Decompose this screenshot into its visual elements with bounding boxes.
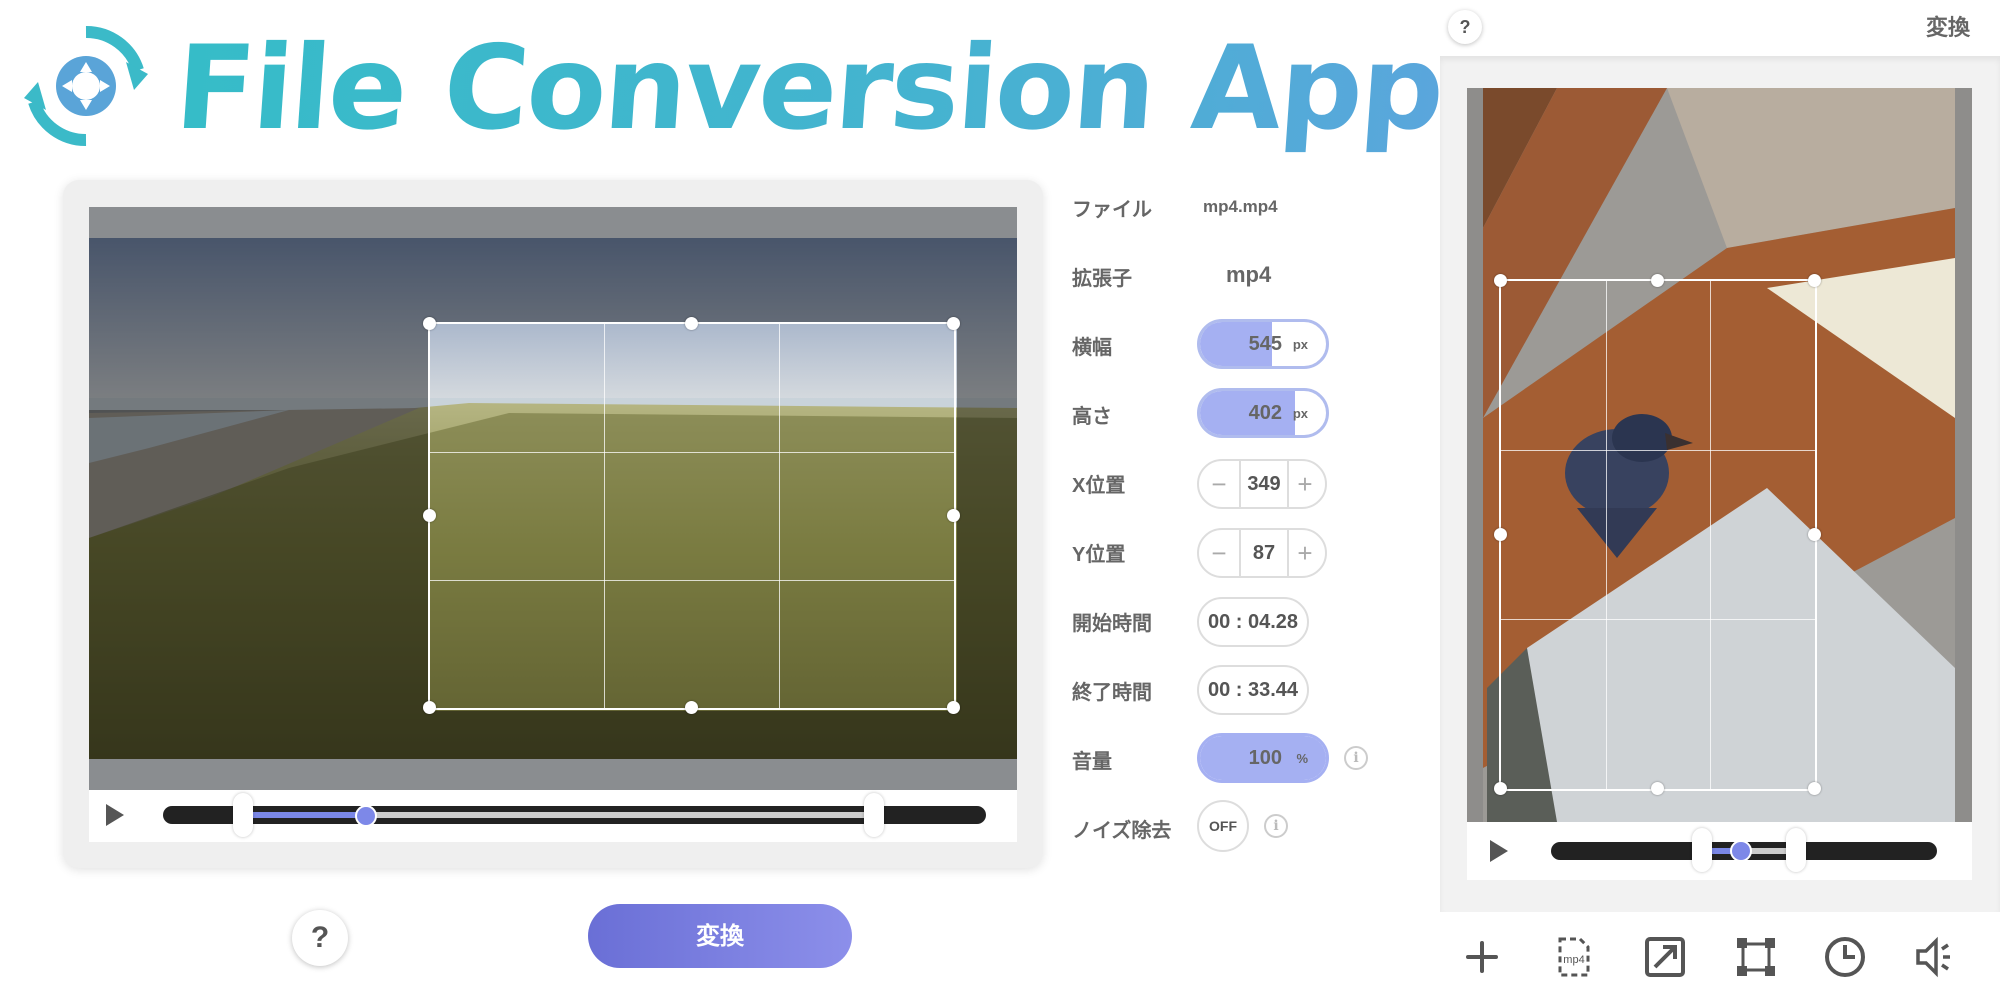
crop-grid-line <box>430 579 954 581</box>
mobile-crop-handle-top[interactable] <box>1651 274 1664 287</box>
playhead-knob[interactable] <box>355 805 377 827</box>
mobile-crop-handle-top-right[interactable] <box>1808 274 1821 287</box>
crop-handle-top[interactable] <box>685 317 698 330</box>
format-mp4-label: mp4 <box>1563 954 1584 966</box>
mobile-convert-title[interactable]: 変換 <box>1926 10 1970 42</box>
width-input[interactable]: 545 px <box>1197 319 1329 369</box>
video-preview <box>89 207 1017 790</box>
convert-button[interactable]: 変換 <box>588 904 852 968</box>
x-position-stepper: − 349 + <box>1197 459 1327 509</box>
crop-handle-bottom-right[interactable] <box>947 701 960 714</box>
add-icon[interactable] <box>1460 935 1504 979</box>
y-position-label: Y位置 <box>1072 544 1126 566</box>
file-name: mp4.mp4 <box>1203 197 1278 216</box>
app-logo-icon <box>22 22 150 150</box>
trim-end-handle[interactable] <box>864 793 884 837</box>
mobile-crop-selection[interactable] <box>1494 274 1821 795</box>
volume-value: 100 <box>1248 747 1282 769</box>
x-position-value[interactable]: 349 <box>1239 461 1289 507</box>
crop-grid-line <box>1501 450 1815 452</box>
mobile-trim-end-handle[interactable] <box>1786 828 1806 872</box>
crop-handle-left[interactable] <box>423 509 436 522</box>
clock-icon[interactable] <box>1823 935 1867 979</box>
x-increment-button[interactable]: + <box>1289 469 1321 499</box>
play-icon[interactable] <box>106 804 124 826</box>
start-time-label: 開始時間 <box>1072 613 1152 635</box>
app-title: File Conversion App <box>171 14 1448 164</box>
end-time-input[interactable]: 00 : 33.44 <box>1197 665 1309 715</box>
crop-grid-line <box>430 451 954 453</box>
width-label: 横幅 <box>1072 337 1112 359</box>
noise-reduction-info-icon[interactable]: i <box>1264 814 1288 838</box>
mobile-crop-handle-left[interactable] <box>1494 528 1507 541</box>
crop-handle-bottom[interactable] <box>685 701 698 714</box>
crop-grid-line <box>604 324 606 708</box>
crop-handle-bottom-left[interactable] <box>423 701 436 714</box>
end-time-label: 終了時間 <box>1072 682 1152 704</box>
volume-input[interactable]: 100 % <box>1197 733 1329 783</box>
y-increment-button[interactable]: + <box>1289 538 1321 568</box>
width-unit: px <box>1292 337 1308 352</box>
extension-value: mp4 <box>1226 262 1272 287</box>
crop-grid-line <box>1501 619 1815 621</box>
crop-handle-top-right[interactable] <box>947 317 960 330</box>
file-label: ファイル <box>1072 199 1152 221</box>
mobile-play-icon[interactable] <box>1490 840 1508 862</box>
resize-icon[interactable] <box>1643 935 1687 979</box>
mobile-crop-handle-right[interactable] <box>1808 528 1821 541</box>
mobile-crop-handle-top-left[interactable] <box>1494 274 1507 287</box>
mobile-video-preview <box>1467 88 1972 822</box>
height-label: 高さ <box>1072 406 1112 428</box>
mobile-help-button[interactable]: ? <box>1448 10 1482 44</box>
width-value: 545 <box>1248 333 1282 355</box>
height-input[interactable]: 402 px <box>1197 388 1329 438</box>
mobile-crop-handle-bottom-left[interactable] <box>1494 782 1507 795</box>
crop-handle-right[interactable] <box>947 509 960 522</box>
y-position-stepper: − 87 + <box>1197 528 1327 578</box>
crop-selection[interactable] <box>423 317 960 714</box>
x-decrement-button[interactable]: − <box>1203 469 1235 499</box>
volume-label: 音量 <box>1072 751 1112 773</box>
volume-icon[interactable] <box>1912 935 1956 979</box>
y-decrement-button[interactable]: − <box>1203 538 1235 568</box>
trim-start-handle[interactable] <box>233 793 253 837</box>
start-time-input[interactable]: 00 : 04.28 <box>1197 597 1309 647</box>
playback-progress <box>247 812 367 818</box>
crop-grid-line <box>1710 281 1712 789</box>
help-button[interactable]: ? <box>292 910 348 966</box>
height-unit: px <box>1292 406 1308 421</box>
mobile-trim-start-handle[interactable] <box>1692 828 1712 872</box>
crop-grid-line <box>778 324 780 708</box>
format-mp4-icon[interactable]: mp4 <box>1552 935 1596 979</box>
mobile-crop-handle-bottom[interactable] <box>1651 782 1664 795</box>
volume-unit: % <box>1296 751 1308 766</box>
crop-grid-line <box>1605 281 1607 789</box>
crop-icon[interactable] <box>1734 935 1778 979</box>
y-position-value[interactable]: 87 <box>1239 530 1289 576</box>
extension-label: 拡張子 <box>1072 268 1132 290</box>
height-value: 402 <box>1248 402 1282 424</box>
x-position-label: X位置 <box>1072 475 1126 497</box>
crop-handle-top-left[interactable] <box>423 317 436 330</box>
mobile-crop-handle-bottom-right[interactable] <box>1808 782 1821 795</box>
noise-reduction-label: ノイズ除去 <box>1072 820 1172 842</box>
noise-reduction-toggle[interactable]: OFF <box>1197 800 1249 852</box>
volume-info-icon[interactable]: i <box>1344 746 1368 770</box>
mobile-header <box>1440 0 2000 56</box>
mobile-playhead-knob[interactable] <box>1730 840 1752 862</box>
